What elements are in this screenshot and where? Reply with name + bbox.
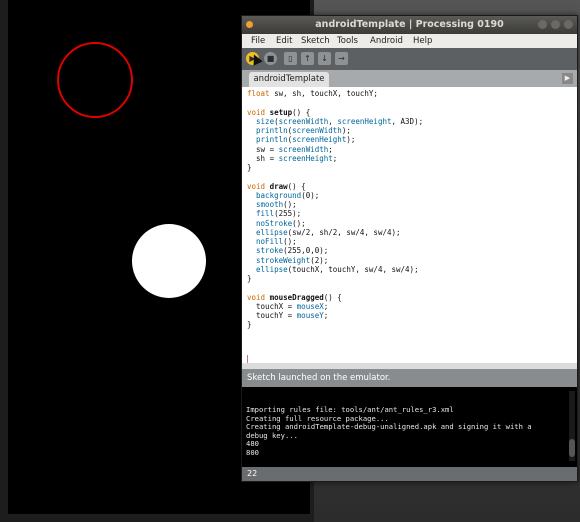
status-message: Sketch launched on the emulator. xyxy=(242,369,577,387)
new-icon[interactable]: ▯ xyxy=(284,52,297,65)
text-caret xyxy=(247,355,248,363)
save-icon[interactable]: ↓ xyxy=(318,52,331,65)
code-line: } xyxy=(247,320,252,330)
code-line: println(screenWidth); xyxy=(256,126,351,135)
title-bar[interactable]: androidTemplate | Processing 0190 xyxy=(242,16,577,34)
stop-icon[interactable]: ■ xyxy=(264,52,277,65)
tab-menu-arrow-icon[interactable]: ▶ xyxy=(562,73,573,84)
code-line: float sw, sh, touchX, touchY; xyxy=(247,89,378,98)
window-title: androidTemplate | Processing 0190 xyxy=(315,19,504,30)
console-line: 800 xyxy=(246,447,259,457)
export-icon[interactable]: → xyxy=(335,52,348,65)
minimize-icon[interactable] xyxy=(538,20,547,29)
toolbar: ▶ ■ ▯ ↑ ↓ → xyxy=(242,48,577,70)
tab-androidtemplate[interactable]: androidTemplate xyxy=(249,72,329,87)
menu-help[interactable]: Help xyxy=(413,36,432,46)
menu-sketch[interactable]: Sketch xyxy=(301,36,330,46)
processing-window: androidTemplate | Processing 0190 File E… xyxy=(241,15,578,482)
line-number: 22 xyxy=(242,467,577,481)
menu-android[interactable]: Android xyxy=(370,36,403,46)
code-line: noFill(); xyxy=(256,237,297,246)
code-line: void draw() { xyxy=(247,181,306,191)
code-line: fill(255); xyxy=(256,209,302,219)
code-line: ellipse(touchX, touchY, sw/4, sw/4); xyxy=(256,264,419,274)
code-line: noStroke(); xyxy=(256,218,306,228)
code-line: } xyxy=(247,274,252,283)
close-icon[interactable] xyxy=(564,20,573,29)
code-editor[interactable]: float sw, sh, touchX, touchY; void setup… xyxy=(242,87,577,363)
touch-circle xyxy=(57,42,133,118)
code-text: float sw, sh, touchX, touchY; void setup… xyxy=(247,89,423,330)
code-line: size(screenWidth, screenHeight, A3D); xyxy=(256,116,424,126)
console-line: debug key... xyxy=(246,430,298,440)
menu-edit[interactable]: Edit xyxy=(276,36,292,46)
menu-file[interactable]: File xyxy=(251,36,265,46)
console-line: 480 xyxy=(246,439,259,448)
console[interactable]: Importing rules file: tools/ant/ant_rule… xyxy=(242,387,577,467)
tab-bar: androidTemplate ▶ xyxy=(242,70,577,87)
code-line: stroke(255,0,0); xyxy=(256,246,329,256)
open-icon[interactable]: ↑ xyxy=(301,52,314,65)
code-line: sw = screenWidth; xyxy=(247,144,333,154)
console-text: Importing rules file: tools/ant/ant_rule… xyxy=(246,405,532,457)
code-line: } xyxy=(247,163,252,172)
center-circle xyxy=(132,224,206,298)
maximize-icon[interactable] xyxy=(551,20,560,29)
menu-tools[interactable]: Tools xyxy=(337,36,358,46)
code-line: println(screenHeight); xyxy=(256,135,356,145)
code-line: sh = screenHeight; xyxy=(247,153,338,163)
code-line: touchY = mouseY; xyxy=(247,311,329,320)
code-line: smooth(); xyxy=(256,200,297,209)
code-line: void mouseDragged() { xyxy=(247,292,342,302)
menu-bar: File Edit Sketch Tools Android Help xyxy=(242,34,577,48)
code-line: background(0); xyxy=(256,190,320,200)
code-line: strokeWeight(2); xyxy=(256,255,329,265)
code-line: touchX = mouseX; xyxy=(247,301,329,311)
console-scrollbar-thumb[interactable] xyxy=(569,439,575,457)
code-line: ellipse(sw/2, sh/2, sw/4, sw/4); xyxy=(256,227,401,237)
code-line: void setup() { xyxy=(247,107,311,117)
